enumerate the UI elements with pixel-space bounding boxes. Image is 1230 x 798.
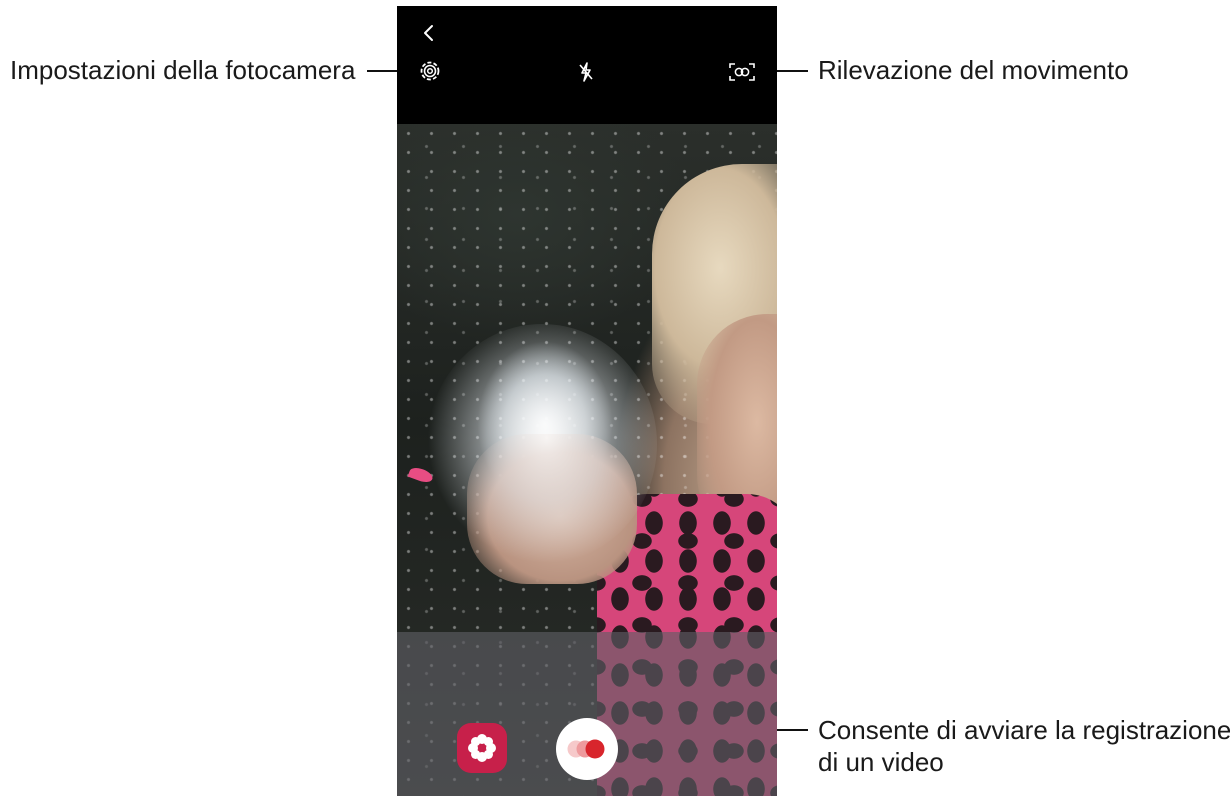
super-slow-mo-record-icon bbox=[567, 739, 605, 759]
flower-icon bbox=[468, 734, 496, 762]
bixby-vision-button[interactable] bbox=[457, 723, 507, 773]
callout-start-recording-line2: di un video bbox=[818, 747, 944, 777]
callout-camera-settings: Impostazioni della fotocamera bbox=[10, 55, 356, 85]
camera-preview bbox=[397, 124, 777, 796]
callout-start-recording-line1: Consente di avviare la registrazione bbox=[818, 715, 1230, 745]
gear-icon[interactable] bbox=[417, 58, 443, 84]
camera-top-bar bbox=[397, 6, 777, 124]
callout-motion-detection: Rilevazione del movimento bbox=[818, 55, 1129, 85]
record-button[interactable] bbox=[556, 718, 618, 780]
chevron-left-icon[interactable] bbox=[419, 22, 439, 44]
phone-screen bbox=[397, 6, 777, 796]
water-splash bbox=[427, 324, 657, 564]
motion-detection-icon[interactable] bbox=[727, 61, 757, 83]
flash-off-icon[interactable] bbox=[575, 60, 597, 84]
